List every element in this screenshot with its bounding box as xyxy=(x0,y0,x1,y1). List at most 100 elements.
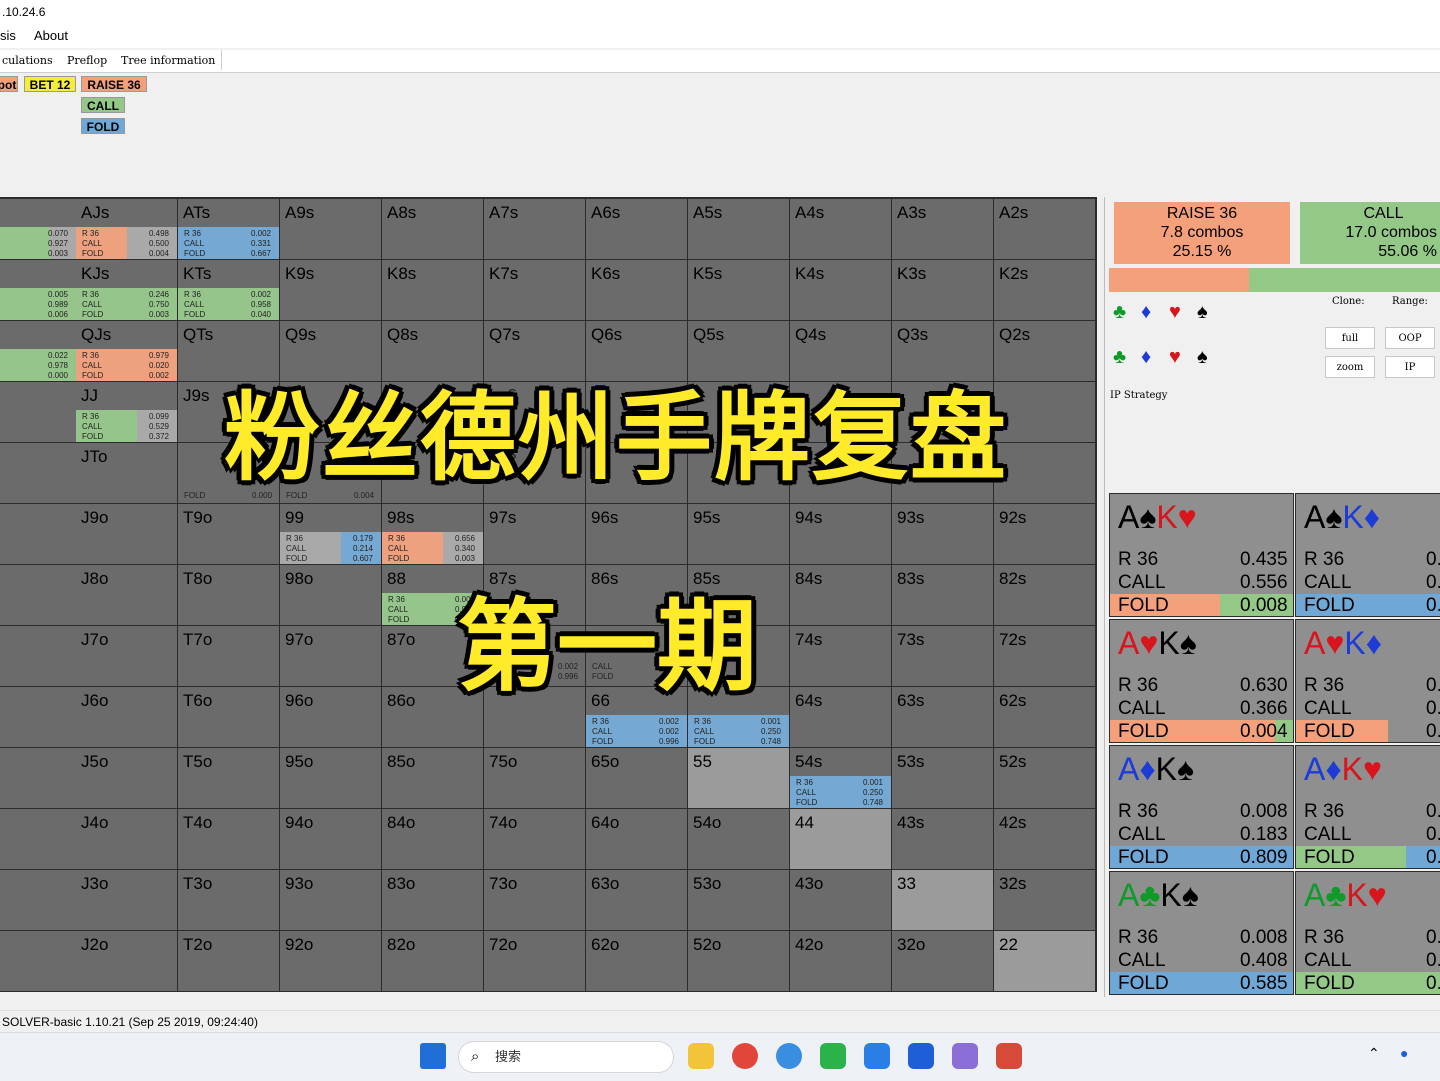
grid-cell[interactable]: R 36 0.002 CALL 0.958 FOLD 0.040 KTs xyxy=(178,260,279,320)
grid-cell[interactable]: T5o xyxy=(178,748,279,808)
oop-button[interactable]: OOP xyxy=(1385,327,1435,349)
wechat-icon[interactable] xyxy=(820,1043,846,1069)
grid-cell[interactable]: 32s xyxy=(994,870,1095,930)
grid-cell[interactable]: 2o xyxy=(0,931,76,991)
grid-cell[interactable]: o xyxy=(0,382,76,442)
club-icon[interactable]: ♣ xyxy=(1113,346,1141,369)
app2-icon[interactable] xyxy=(952,1043,978,1069)
grid-cell[interactable]: A2s xyxy=(994,199,1095,259)
combo-card[interactable]: A♦K♥ R 36 0. CALL 0. FOLD 0. xyxy=(1295,745,1440,869)
grid-cell[interactable]: Q3s xyxy=(892,321,993,381)
combo-card[interactable]: A♣K♥ R 36 0. CALL 0. FOLD 0. xyxy=(1295,871,1440,995)
grid-cell[interactable]: 5o xyxy=(0,748,76,808)
grid-cell[interactable]: 98o xyxy=(280,565,381,625)
grid-cell[interactable]: K7s xyxy=(484,260,585,320)
grid-cell[interactable]: 54o xyxy=(688,809,789,869)
tab-preflop[interactable]: Preflop xyxy=(65,51,109,71)
grid-cell[interactable]: 33 xyxy=(892,870,993,930)
grid-cell[interactable]: K3s xyxy=(892,260,993,320)
grid-cell[interactable]: 94o xyxy=(280,809,381,869)
grid-cell[interactable]: 42o xyxy=(790,931,891,991)
grid-cell[interactable]: J2o xyxy=(76,931,177,991)
grid-cell[interactable]: 97s xyxy=(484,504,585,564)
grid-cell[interactable]: 53s xyxy=(892,748,993,808)
grid-cell[interactable]: 63o xyxy=(586,870,687,930)
grid-cell[interactable]: J6o xyxy=(76,687,177,747)
grid-cell[interactable]: 96o xyxy=(280,687,381,747)
chrome-icon[interactable] xyxy=(732,1043,758,1069)
grid-cell[interactable]: A3s xyxy=(892,199,993,259)
combo-card[interactable]: A♠K♦ R 36 0. CALL 0. FOLD 0. xyxy=(1295,493,1440,617)
grid-cell[interactable]: 92o xyxy=(280,931,381,991)
grid-cell[interactable]: 22 xyxy=(994,931,1095,991)
grid-cell[interactable]: 74s xyxy=(790,626,891,686)
grid-cell[interactable]: Q8s xyxy=(382,321,483,381)
grid-cell[interactable]: 52o xyxy=(688,931,789,991)
grid-cell[interactable]: 95s xyxy=(688,504,789,564)
grid-cell[interactable]: 93s xyxy=(892,504,993,564)
grid-cell[interactable]: 6o xyxy=(0,687,76,747)
grid-cell[interactable]: T3o xyxy=(178,870,279,930)
grid-cell[interactable]: 43o xyxy=(790,870,891,930)
combo-card[interactable]: A♥K♦ R 36 0. CALL 0. FOLD 0. xyxy=(1295,619,1440,743)
diamond-icon[interactable]: ♦ xyxy=(1141,346,1169,369)
grid-cell[interactable]: K2s xyxy=(994,260,1095,320)
grid-cell[interactable]: 96s xyxy=(586,504,687,564)
grid-cell[interactable]: 53o xyxy=(688,870,789,930)
grid-cell[interactable]: R 36 0.498 CALL 0.500 FOLD 0.004 AJs xyxy=(76,199,177,259)
grid-cell[interactable]: 55 xyxy=(688,748,789,808)
grid-cell[interactable]: 0.0220.9780.000Q xyxy=(0,321,76,381)
grid-cell[interactable]: J8o xyxy=(76,565,177,625)
grid-cell[interactable]: J3o xyxy=(76,870,177,930)
grid-cell[interactable]: 44 xyxy=(790,809,891,869)
windows-start-icon[interactable] xyxy=(420,1043,446,1069)
grid-cell[interactable]: 83o xyxy=(382,870,483,930)
grid-cell[interactable]: Q2s xyxy=(994,321,1095,381)
zoom-button[interactable]: zoom xyxy=(1325,356,1375,378)
chevron-up-icon[interactable]: ⌃ xyxy=(1368,1045,1380,1062)
grid-cell[interactable]: 97o xyxy=(280,626,381,686)
grid-cell[interactable]: 0.0700.9270.003Qs xyxy=(0,199,76,259)
grid-cell[interactable]: 83s xyxy=(892,565,993,625)
combo-card[interactable]: A♠K♥ R 36 0.435 CALL 0.556 FOLD 0.008 xyxy=(1109,493,1294,617)
club-icon[interactable]: ♣ xyxy=(1113,301,1141,324)
grid-cell[interactable]: 73o xyxy=(484,870,585,930)
action-raise[interactable]: RAISE 36 xyxy=(81,76,147,92)
chrome-profile-icon[interactable] xyxy=(776,1043,802,1069)
menu-item-analysis[interactable]: sis xyxy=(0,24,16,48)
grid-cell[interactable]: R 36 0.002 CALL 0.331 FOLD 0.667 ATs xyxy=(178,199,279,259)
grid-cell[interactable]: R 36 0.179 CALL 0.214 FOLD 0.607 99 xyxy=(280,504,381,564)
grid-cell[interactable]: 0.0050.9890.006Qs xyxy=(0,260,76,320)
grid-cell[interactable]: 85o xyxy=(382,748,483,808)
grid-cell[interactable]: QTs xyxy=(178,321,279,381)
grid-cell[interactable]: T2o xyxy=(178,931,279,991)
grid-cell[interactable]: 63s xyxy=(892,687,993,747)
grid-cell[interactable]: 84o xyxy=(382,809,483,869)
action-call[interactable]: CALL xyxy=(81,97,125,113)
full-button[interactable]: full xyxy=(1325,327,1375,349)
grid-cell[interactable]: 92s xyxy=(994,504,1095,564)
grid-cell[interactable]: 9o xyxy=(0,504,76,564)
grid-cell[interactable]: K9s xyxy=(280,260,381,320)
grid-cell[interactable]: 95o xyxy=(280,748,381,808)
grid-cell[interactable]: 75o xyxy=(484,748,585,808)
grid-cell[interactable]: R 36 0.656 CALL 0.340 FOLD 0.003 98s xyxy=(382,504,483,564)
grid-cell[interactable]: Q9s xyxy=(280,321,381,381)
action-pot[interactable]: pot xyxy=(0,76,18,92)
solver-app-icon[interactable] xyxy=(996,1043,1022,1069)
grid-cell[interactable]: 64s xyxy=(790,687,891,747)
action-bet[interactable]: BET 12 xyxy=(24,76,76,92)
grid-cell[interactable]: J5o xyxy=(76,748,177,808)
grid-cell[interactable]: 7o xyxy=(0,626,76,686)
menu-item-about[interactable]: About xyxy=(34,24,68,48)
combo-card[interactable]: A♦K♠ R 36 0.008 CALL 0.183 FOLD 0.809 xyxy=(1109,745,1294,869)
grid-cell[interactable]: A8s xyxy=(382,199,483,259)
grid-cell[interactable]: 93o xyxy=(280,870,381,930)
app-icon[interactable] xyxy=(864,1043,890,1069)
spade-icon[interactable]: ♠ xyxy=(1197,346,1225,369)
grid-cell[interactable]: 74o xyxy=(484,809,585,869)
grid-cell[interactable]: Q5s xyxy=(688,321,789,381)
grid-cell[interactable]: R 36 0.246 CALL 0.750 FOLD 0.003 KJs xyxy=(76,260,177,320)
grid-cell[interactable]: T6o xyxy=(178,687,279,747)
tab-tree-information[interactable]: Tree information xyxy=(119,51,217,71)
